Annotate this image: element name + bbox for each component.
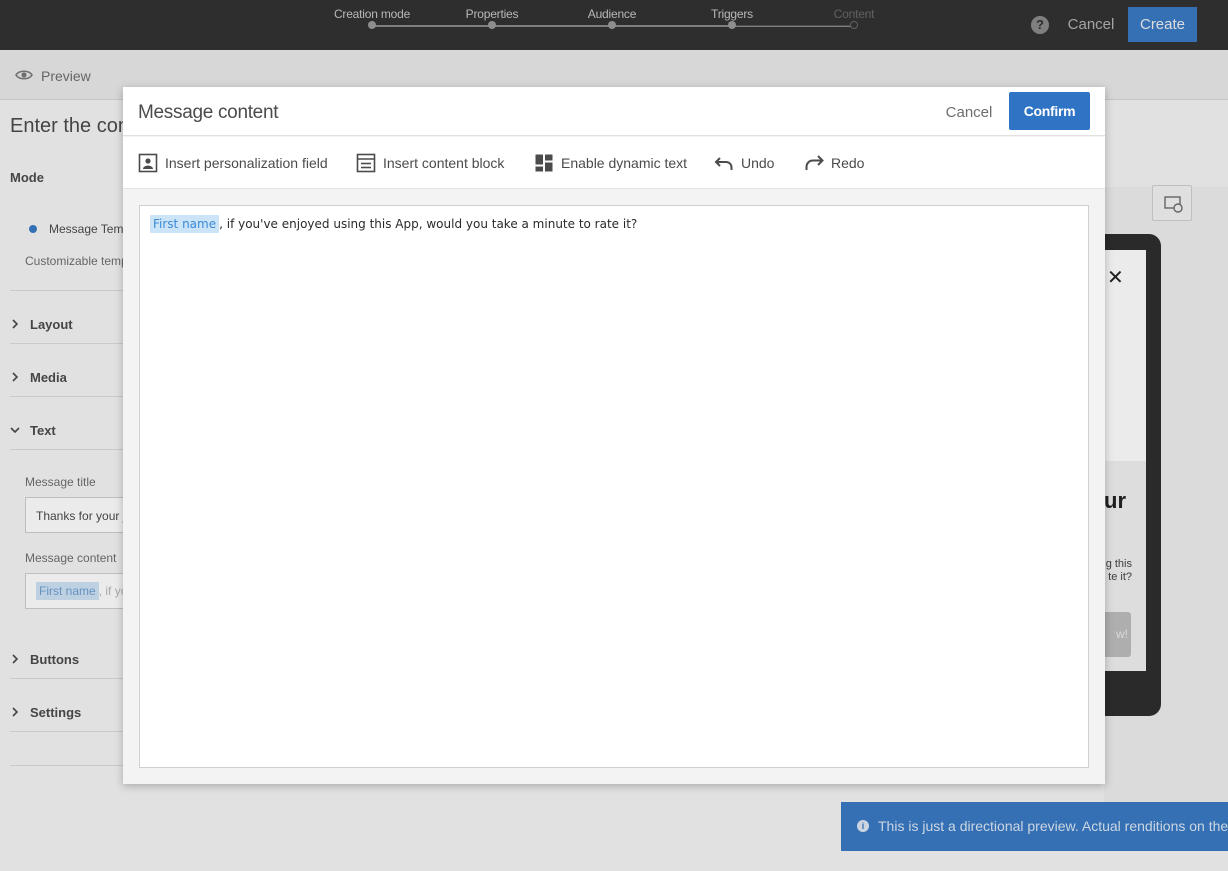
- redo-icon: [805, 155, 824, 170]
- enable-dynamic-text-button[interactable]: Enable dynamic text: [534, 137, 687, 189]
- undo-icon: [714, 157, 733, 170]
- personalization-field-icon: [138, 153, 158, 173]
- dynamic-text-icon: [535, 154, 553, 172]
- redo-button[interactable]: Redo: [804, 137, 864, 189]
- message-content-dialog: Message content Cancel Confirm Insert pe…: [123, 87, 1105, 784]
- message-content-editor[interactable]: First name, if you've enjoyed using this…: [139, 205, 1089, 768]
- insert-personalization-field-button[interactable]: Insert personalization field: [138, 137, 328, 189]
- dialog-header: Message content Cancel Confirm: [123, 87, 1105, 136]
- toolbar-label: Undo: [741, 155, 775, 171]
- editor-toolbar: Insert personalization field Insert cont…: [123, 137, 1105, 189]
- toolbar-label: Insert content block: [383, 155, 505, 171]
- insert-content-block-button[interactable]: Insert content block: [356, 137, 504, 189]
- dialog-cancel-button[interactable]: Cancel: [940, 96, 998, 130]
- editor-text: , if you've enjoyed using this App, woul…: [219, 217, 638, 231]
- confirm-button[interactable]: Confirm: [1009, 92, 1090, 130]
- dialog-title: Message content: [138, 102, 279, 123]
- undo-button[interactable]: Undo: [714, 137, 774, 189]
- toolbar-label: Redo: [831, 155, 865, 171]
- toolbar-label: Enable dynamic text: [561, 155, 688, 171]
- content-block-icon: [356, 153, 376, 173]
- toolbar-label: Insert personalization field: [165, 155, 328, 171]
- personalization-field-tag[interactable]: First name: [150, 215, 220, 233]
- editor-content: First name, if you've enjoyed using this…: [150, 215, 637, 233]
